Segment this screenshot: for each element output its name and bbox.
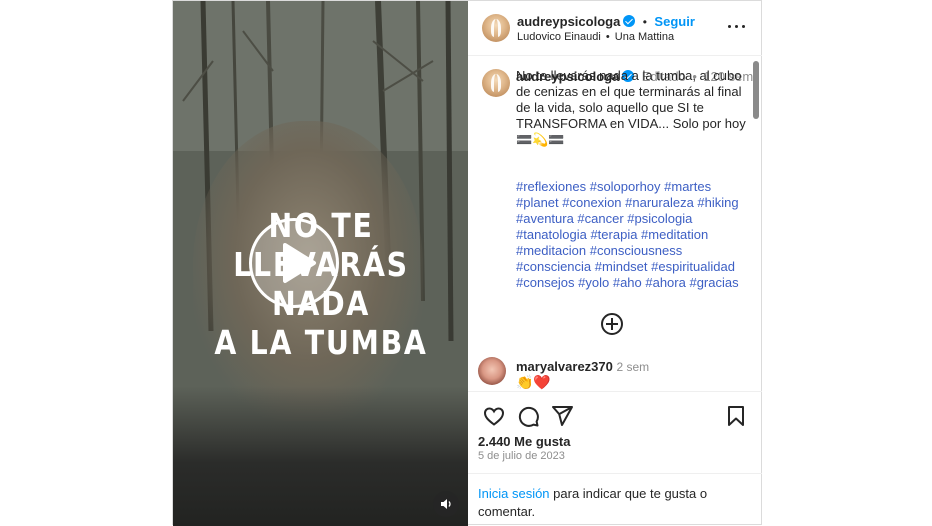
comment-text: 👏❤️: [516, 374, 551, 390]
caption-body: No te llevarás nada a la tumba, al cubo …: [516, 68, 748, 148]
comment-icon[interactable]: [516, 404, 540, 428]
post-header: audreypsicologa • Seguir Ludovico Einaud…: [468, 1, 762, 56]
share-icon[interactable]: [550, 404, 574, 428]
audio-row[interactable]: Ludovico Einaudi • Una Mattina: [517, 31, 674, 43]
login-link[interactable]: Inicia sesión: [478, 486, 550, 501]
caption-emoji: 🟰💫🟰: [516, 132, 565, 147]
jacket-shadow: [173, 386, 468, 526]
hashtag-line[interactable]: #reflexiones #soloporhoy #martes: [516, 179, 711, 194]
caption-author-avatar[interactable]: [482, 69, 510, 97]
hashtag-line[interactable]: #consejos #yolo #aho #ahora #gracias: [516, 275, 739, 290]
separator-dot: •: [642, 15, 647, 29]
more-horizontal-icon: [728, 25, 731, 28]
likes-count[interactable]: 2.440 Me gusta: [478, 434, 571, 449]
hashtag-line[interactable]: #aventura #cancer #psicologia: [516, 211, 692, 226]
heart-icon[interactable]: [482, 404, 506, 428]
comment-meta: maryalvarez370 2 sem: [516, 359, 649, 374]
commenter-username[interactable]: maryalvarez370: [516, 359, 613, 374]
separator-dot: •: [605, 31, 610, 43]
load-more-comments-button[interactable]: [601, 313, 623, 335]
hashtag-line[interactable]: #planet #conexion #naruraleza #hiking: [516, 195, 739, 210]
login-prompt: Inicia sesión para indicar que te gusta …: [468, 473, 762, 519]
audio-artist[interactable]: Ludovico Einaudi: [517, 31, 601, 43]
hashtag-line[interactable]: #consciencia #mindset #espiritualidad: [516, 259, 735, 274]
overlay-line: A LA TUMBA: [214, 323, 428, 362]
caption-text: No te llevarás nada a la tumba, al cubo …: [516, 68, 746, 131]
speaker-icon: [441, 499, 451, 509]
comment-age[interactable]: 2 sem: [616, 360, 649, 374]
audio-track[interactable]: Una Mattina: [615, 31, 674, 43]
more-options-button[interactable]: [726, 20, 748, 34]
hashtag-line[interactable]: #meditacion #consciousness: [516, 243, 682, 258]
post-actions: 2.440 Me gusta 5 de julio de 2023 Inicia…: [468, 391, 762, 521]
play-icon: [283, 243, 316, 283]
author-username[interactable]: audreypsicologa: [517, 14, 620, 29]
follow-button[interactable]: Seguir: [654, 14, 694, 29]
header-user-row: audreypsicologa • Seguir: [517, 13, 695, 31]
hashtag-line[interactable]: #tanatologia #terapia #meditation: [516, 227, 708, 242]
hashtag-list: #reflexiones #soloporhoy #martes #planet…: [516, 179, 748, 291]
more-dot: [735, 25, 738, 28]
author-avatar[interactable]: [482, 14, 510, 42]
bookmark-icon[interactable]: [724, 404, 748, 428]
mute-button[interactable]: [433, 491, 459, 517]
commenter-avatar[interactable]: [478, 357, 506, 385]
play-button[interactable]: [249, 218, 339, 308]
post-date[interactable]: 5 de julio de 2023: [478, 450, 565, 462]
post-side-panel: audreypsicologa • Seguir Ludovico Einaud…: [468, 1, 762, 524]
verified-badge-icon: [623, 15, 636, 27]
more-dot: [742, 25, 745, 28]
scrollbar-thumb[interactable]: [753, 61, 759, 119]
